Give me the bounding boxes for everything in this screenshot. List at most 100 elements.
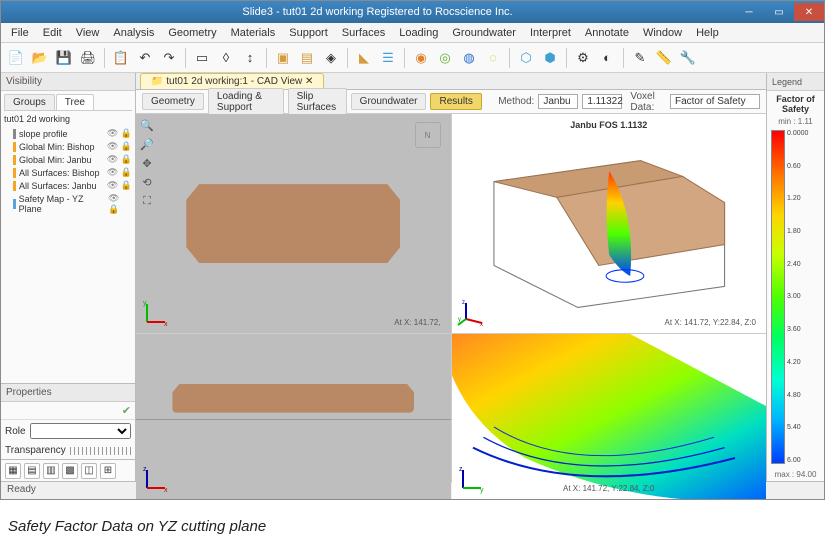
voxel-select[interactable]: Factor of Safety — [670, 94, 760, 109]
menu-view[interactable]: View — [70, 25, 106, 41]
minimize-button[interactable]: ─ — [734, 3, 764, 21]
cube-icon[interactable]: ▣ — [272, 47, 294, 69]
tree-item[interactable]: All Surfaces: Bishop👁 🔒 — [4, 166, 132, 179]
visibility-panel-header: Visibility — [1, 73, 135, 91]
svg-text:x: x — [164, 487, 168, 494]
method-select[interactable]: Janbu — [538, 94, 578, 109]
hex1-icon[interactable]: ⬡ — [515, 47, 537, 69]
surface4-icon[interactable]: ◌ — [482, 47, 504, 69]
view3-icon[interactable]: ▥ — [43, 463, 59, 479]
menu-surfaces[interactable]: Surfaces — [336, 25, 391, 41]
menu-file[interactable]: File — [5, 25, 35, 41]
coords-readout: At X: 141.72, Y:22.84, Z:0 — [665, 318, 756, 327]
shape-icon[interactable]: ◈ — [320, 47, 342, 69]
undo-icon[interactable]: ↶ — [134, 47, 156, 69]
svg-text:z: z — [459, 466, 463, 473]
svg-text:z: z — [462, 300, 465, 306]
tab-groups[interactable]: Groups — [4, 94, 55, 110]
role-select[interactable] — [30, 423, 131, 439]
transparency-slider[interactable] — [70, 447, 131, 455]
view2-icon[interactable]: ▤ — [24, 463, 40, 479]
menubar: File Edit View Analysis Geometry Materia… — [1, 23, 824, 43]
zoom-out-icon[interactable]: 🔎 — [139, 136, 155, 152]
center-area: 📁 tut01 2d working:1 - CAD View ✕ Geomet… — [136, 73, 766, 481]
open-icon[interactable]: 📂 — [29, 47, 51, 69]
svg-text:x: x — [164, 321, 168, 328]
box-icon[interactable]: ▤ — [296, 47, 318, 69]
viewport-top-right[interactable]: Janbu FOS 1.1132 zxy At X: 141.72, Y:22.… — [452, 114, 767, 333]
axis-gizmo: zx — [142, 465, 170, 493]
compute-icon[interactable]: ⚙ — [572, 47, 594, 69]
method-value: 1.11322 — [582, 94, 622, 109]
surface3-icon[interactable]: ◍ — [458, 47, 480, 69]
role-label: Role — [5, 426, 26, 437]
wf-groundwater[interactable]: Groundwater — [351, 93, 427, 110]
menu-help[interactable]: Help — [690, 25, 725, 41]
tool-icon[interactable]: 🔧 — [677, 47, 699, 69]
tree-item[interactable]: Safety Map - YZ Plane👁 🔒 — [4, 192, 132, 216]
print-icon[interactable]: 🖨 — [77, 47, 99, 69]
legend-min: min : 1.11 — [767, 117, 824, 126]
results-icon[interactable]: ◐ — [596, 47, 618, 69]
measure-icon[interactable]: 📏 — [653, 47, 675, 69]
slope-icon[interactable]: ◣ — [353, 47, 375, 69]
tree-item[interactable]: Global Min: Bishop👁 🔒 — [4, 140, 132, 153]
hex2-icon[interactable]: ⬢ — [539, 47, 561, 69]
viewport-bottom-right[interactable]: zy At X: 141.72, Y:22.84, Z:0 — [452, 334, 767, 499]
tree-item[interactable]: All Surfaces: Janbu👁 🔒 — [4, 179, 132, 192]
menu-groundwater[interactable]: Groundwater — [446, 25, 522, 41]
save-icon[interactable]: 💾 — [53, 47, 75, 69]
workflow-bar: Geometry Loading & Support Slip Surfaces… — [136, 90, 766, 114]
menu-materials[interactable]: Materials — [225, 25, 282, 41]
rotate-icon[interactable]: ⟲ — [139, 174, 155, 190]
tab-tree[interactable]: Tree — [56, 94, 94, 110]
view6-icon[interactable]: ⊞ — [100, 463, 116, 479]
tree-item[interactable]: Global Min: Janbu👁 🔒 — [4, 153, 132, 166]
lasso-icon[interactable]: ◊ — [215, 47, 237, 69]
view-strip: ▦ ▤ ▥ ▩ ◫ ⊞ — [1, 459, 135, 481]
visibility-tabs: Groups Tree — [4, 94, 132, 111]
tree-project[interactable]: tut01 2d working — [4, 111, 132, 127]
copy-icon[interactable]: 📋 — [110, 47, 132, 69]
menu-annotate[interactable]: Annotate — [579, 25, 635, 41]
view1-icon[interactable]: ▦ — [5, 463, 21, 479]
menu-geometry[interactable]: Geometry — [162, 25, 222, 41]
window-title: Slide3 - tut01 2d working Registered to … — [21, 6, 734, 18]
viewport-top-left[interactable]: 🔍 🔎 ✥ ⟲ ⛶ N yx At X: 141.72, — [136, 114, 451, 333]
close-button[interactable]: ✕ — [794, 3, 824, 21]
wf-loading[interactable]: Loading & Support — [208, 88, 284, 116]
redo-icon[interactable]: ↷ — [158, 47, 180, 69]
view5-icon[interactable]: ◫ — [81, 463, 97, 479]
svg-text:y: y — [458, 317, 461, 323]
viewport-bottom-left[interactable]: zx — [136, 334, 451, 499]
wf-slip[interactable]: Slip Surfaces — [288, 88, 347, 116]
legend-panel: Legend Factor of Safety min : 1.11 0.000… — [766, 73, 824, 481]
document-tab[interactable]: 📁 tut01 2d working:1 - CAD View ✕ — [140, 73, 324, 89]
move-icon[interactable]: ↕ — [239, 47, 261, 69]
wf-results[interactable]: Results — [430, 93, 481, 110]
zoom-in-icon[interactable]: 🔍 — [139, 117, 155, 133]
pan-icon[interactable]: ✥ — [139, 155, 155, 171]
menu-interpret[interactable]: Interpret — [524, 25, 577, 41]
menu-support[interactable]: Support — [283, 25, 334, 41]
menu-loading[interactable]: Loading — [393, 25, 444, 41]
menu-window[interactable]: Window — [637, 25, 688, 41]
layers-icon[interactable]: ☰ — [377, 47, 399, 69]
annotate-icon[interactable]: ✎ — [629, 47, 651, 69]
new-icon[interactable]: 📄 — [5, 47, 27, 69]
maximize-button[interactable]: ▭ — [764, 3, 794, 21]
surface1-icon[interactable]: ◉ — [410, 47, 432, 69]
menu-edit[interactable]: Edit — [37, 25, 68, 41]
titlebar: Slide3 - tut01 2d working Registered to … — [1, 1, 824, 23]
wf-geometry[interactable]: Geometry — [142, 93, 204, 110]
select-icon[interactable]: ▭ — [191, 47, 213, 69]
tree-item[interactable]: slope profile👁 🔒 — [4, 127, 132, 140]
menu-analysis[interactable]: Analysis — [107, 25, 160, 41]
caption: Safety Factor Data on YZ cutting plane — [0, 500, 825, 543]
apply-icon[interactable]: ✔ — [122, 404, 131, 417]
view4-icon[interactable]: ▩ — [62, 463, 78, 479]
viewports: 🔍 🔎 ✥ ⟲ ⛶ N yx At X: 141.72, Janbu FOS 1… — [136, 114, 766, 498]
fit-icon[interactable]: ⛶ — [139, 193, 155, 209]
surface2-icon[interactable]: ◎ — [434, 47, 456, 69]
compass-icon[interactable]: N — [415, 122, 441, 148]
